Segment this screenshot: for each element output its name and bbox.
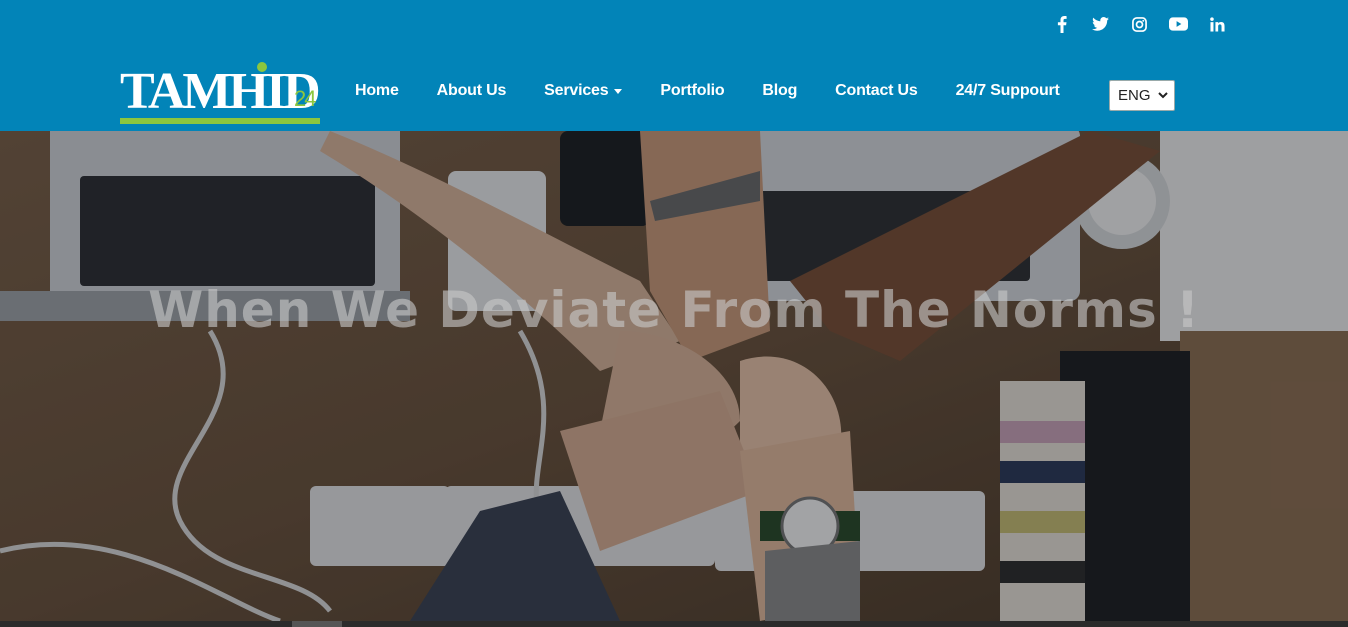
linkedin-icon[interactable] [1198, 12, 1237, 36]
nav-item-label: Portfolio [660, 82, 725, 99]
scroll-indicator [292, 621, 342, 627]
twitter-icon[interactable] [1081, 12, 1120, 36]
nav-item-portfolio[interactable]: Portfolio [641, 82, 743, 100]
nav-item-label: Services [544, 82, 609, 99]
logo-suffix: 24 [294, 86, 317, 111]
hero-overlay [0, 131, 1348, 621]
youtube-icon[interactable] [1159, 12, 1198, 36]
hero-bottom-strip [0, 621, 1348, 627]
logo-text: TAMHID [120, 63, 321, 120]
nav-item-label: Home [355, 82, 399, 99]
nav-item-about-us[interactable]: About Us [418, 82, 526, 100]
nav-item-label: About Us [436, 82, 507, 99]
site-logo[interactable]: TAMHID 24 [118, 62, 322, 128]
social-links [1042, 12, 1237, 36]
nav-item-label: Contact Us [835, 82, 918, 99]
nav-item-label: 24/7 Suppourt [955, 82, 1060, 99]
nav-item-label: Blog [762, 82, 798, 99]
instagram-icon[interactable] [1120, 12, 1159, 36]
facebook-icon[interactable] [1042, 12, 1081, 36]
hero-title: When We Deviate From The Norms ! [148, 281, 1200, 339]
site-header: TAMHID 24 Home About Us Services Portfol… [0, 0, 1348, 131]
chevron-down-icon [1158, 92, 1168, 99]
language-select[interactable]: ENG [1109, 80, 1175, 111]
nav-item-contact-us[interactable]: Contact Us [816, 82, 936, 100]
nav-item-blog[interactable]: Blog [743, 82, 816, 100]
logo-underline [120, 118, 320, 124]
logo-dot [257, 62, 267, 72]
language-selected: ENG [1118, 87, 1151, 104]
caret-down-icon [614, 88, 623, 94]
nav-item-home[interactable]: Home [336, 82, 418, 100]
hero-banner: When We Deviate From The Norms ! [0, 131, 1348, 621]
main-nav: Home About Us Services Portfolio Blog Co… [336, 78, 1079, 104]
nav-item-support[interactable]: 24/7 Suppourt [937, 82, 1079, 100]
nav-item-services[interactable]: Services [525, 82, 641, 100]
